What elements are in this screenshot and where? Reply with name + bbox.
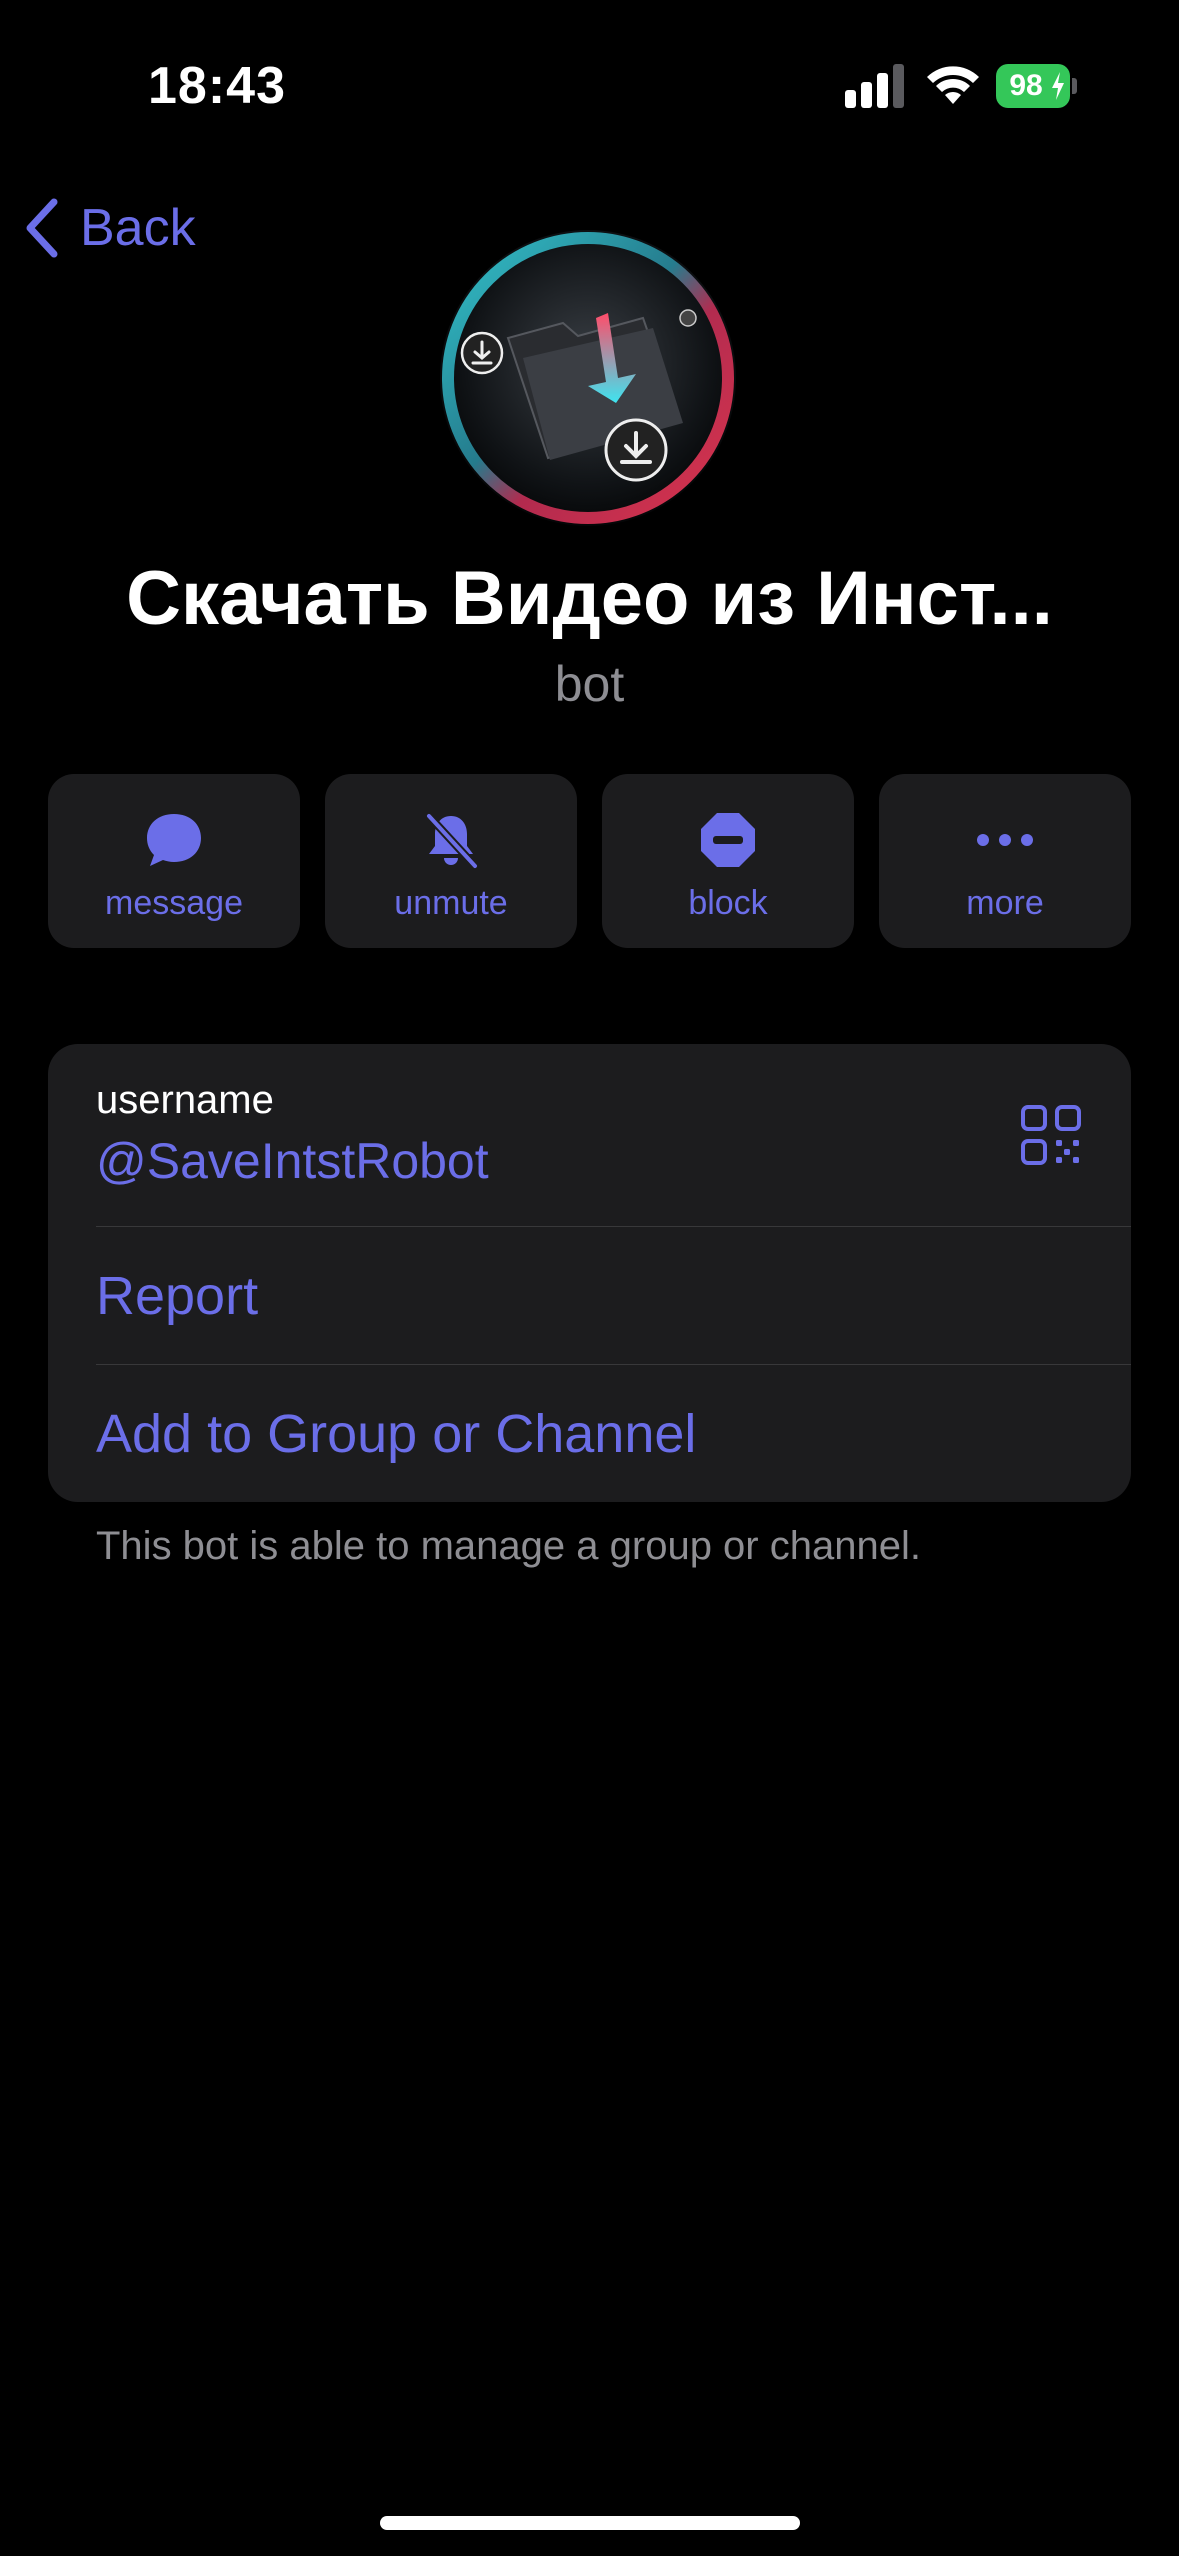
report-label: Report <box>96 1266 259 1326</box>
block-icon <box>701 813 755 867</box>
block-button[interactable]: block <box>602 774 854 948</box>
message-button-label: message <box>105 884 243 922</box>
wifi-icon <box>927 66 979 104</box>
bot-avatar[interactable] <box>438 228 738 528</box>
username-label: username <box>96 1078 274 1122</box>
username-value[interactable]: @SaveIntstRobot <box>96 1132 489 1190</box>
message-button[interactable]: message <box>48 774 300 948</box>
more-button-label: more <box>966 884 1044 922</box>
info-card: username @SaveIntstRobot Report Add to G… <box>48 1044 1131 1502</box>
unmute-button-label: unmute <box>394 884 508 922</box>
back-button[interactable]: Back <box>22 196 196 260</box>
home-indicator[interactable] <box>380 2516 800 2530</box>
username-row[interactable]: username @SaveIntstRobot <box>48 1044 1131 1226</box>
add-to-group-row[interactable]: Add to Group or Channel <box>48 1365 1131 1501</box>
unmute-button[interactable]: unmute <box>325 774 577 948</box>
profile-name: Скачать Видео из Инст... <box>126 556 1053 641</box>
message-bubble-icon <box>147 814 201 866</box>
more-button[interactable]: more <box>879 774 1131 948</box>
ellipsis-icon <box>977 834 1033 846</box>
profile-subtitle: bot <box>554 656 625 712</box>
qr-code-icon[interactable] <box>1020 1104 1082 1166</box>
block-button-label: block <box>688 884 768 922</box>
cellular-signal-icon <box>845 64 904 108</box>
bell-slash-icon <box>425 812 479 870</box>
charging-bolt-icon <box>1052 72 1064 100</box>
action-bar: message unmute block more <box>48 774 1131 948</box>
chevron-left-icon <box>26 198 58 258</box>
status-time: 18:43 <box>148 57 286 115</box>
back-label: Back <box>80 199 196 257</box>
battery-level: 98 <box>1009 69 1043 102</box>
add-to-group-label: Add to Group or Channel <box>96 1404 697 1464</box>
report-row[interactable]: Report <box>48 1227 1131 1363</box>
bot-capability-note: This bot is able to manage a group or ch… <box>96 1524 921 1568</box>
battery-indicator: 98 <box>996 64 1078 108</box>
